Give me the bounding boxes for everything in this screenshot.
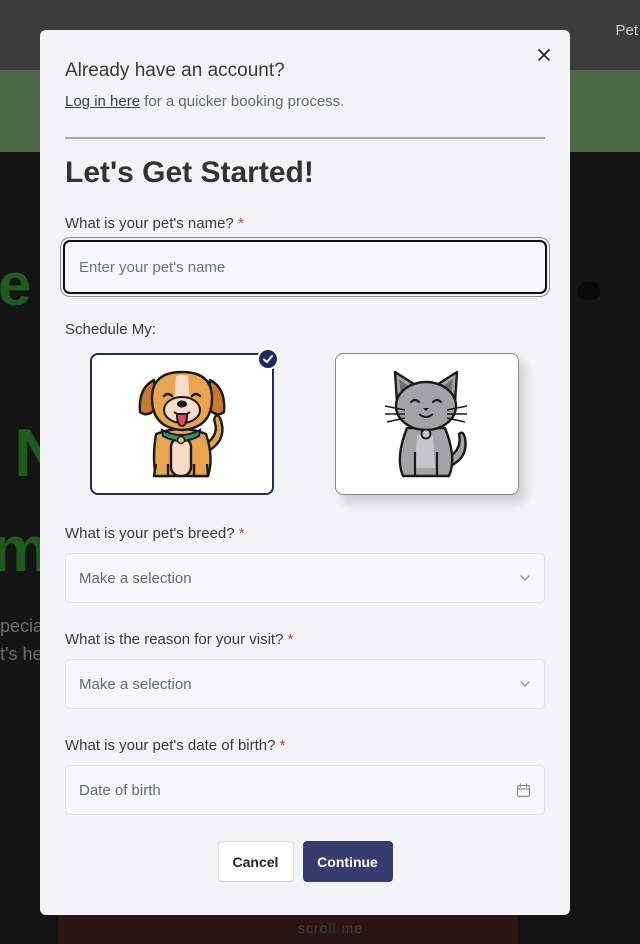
reason-select-value: Make a selection <box>79 675 192 693</box>
reason-label: What is the reason for your visit? * <box>65 631 293 648</box>
checkmark-icon <box>263 355 273 363</box>
scroll-hint: scroll me <box>298 920 364 936</box>
chevron-down-icon <box>520 681 530 687</box>
breed-label-text: What is your pet's breed? <box>65 525 235 542</box>
breed-label: What is your pet's breed? * <box>65 525 245 542</box>
pet-name-label-text: What is your pet's name? <box>65 215 234 232</box>
dob-label: What is your pet's date of birth? * <box>65 737 285 754</box>
chevron-down-icon <box>520 575 530 581</box>
cancel-button[interactable]: Cancel <box>217 841 294 882</box>
hero-text-fragment: t's he <box>0 644 43 664</box>
section-divider <box>65 137 545 139</box>
hero-text-fragment: pecia <box>0 616 44 636</box>
login-suffix-text: for a quicker booking process. <box>140 93 345 110</box>
schedule-label: Schedule My: <box>65 321 156 338</box>
pet-option-cat[interactable] <box>335 353 519 495</box>
dog-icon <box>138 370 226 478</box>
page-title: Let's Get Started! <box>65 156 314 189</box>
hero-heading-fragment: e <box>0 251 32 318</box>
cat-icon <box>384 370 468 478</box>
required-marker: * <box>279 737 286 754</box>
breed-select[interactable]: Make a selection <box>65 553 545 603</box>
pet-name-input[interactable] <box>63 240 547 294</box>
modal-actions: Cancel Continue <box>40 841 570 882</box>
account-prompt-title: Already have an account? <box>65 60 285 81</box>
close-button[interactable] <box>534 45 554 65</box>
dob-placeholder: Date of birth <box>79 781 161 799</box>
dob-label-text: What is your pet's date of birth? <box>65 737 276 754</box>
close-icon <box>538 49 550 61</box>
required-marker: * <box>287 631 294 648</box>
breed-select-value: Make a selection <box>79 569 192 587</box>
booking-modal: Already have an account? Log in here for… <box>40 30 570 915</box>
pet-name-label: What is your pet's name? * <box>65 215 244 232</box>
required-marker: * <box>237 215 244 232</box>
pet-option-dog[interactable] <box>90 353 274 495</box>
hero-cta[interactable] <box>58 912 518 944</box>
account-prompt-text: Log in here for a quicker booking proces… <box>65 93 344 110</box>
header-nav-text[interactable]: Pet <box>615 22 638 39</box>
continue-button[interactable]: Continue <box>302 841 393 882</box>
reason-select[interactable]: Make a selection <box>65 659 545 709</box>
required-marker: * <box>238 525 245 542</box>
hero-decoration <box>578 282 600 300</box>
selected-check-badge <box>257 348 279 370</box>
calendar-icon[interactable] <box>516 782 531 798</box>
login-link[interactable]: Log in here <box>65 93 140 110</box>
reason-label-text: What is the reason for your visit? <box>65 631 284 648</box>
dob-input[interactable]: Date of birth <box>65 765 545 815</box>
